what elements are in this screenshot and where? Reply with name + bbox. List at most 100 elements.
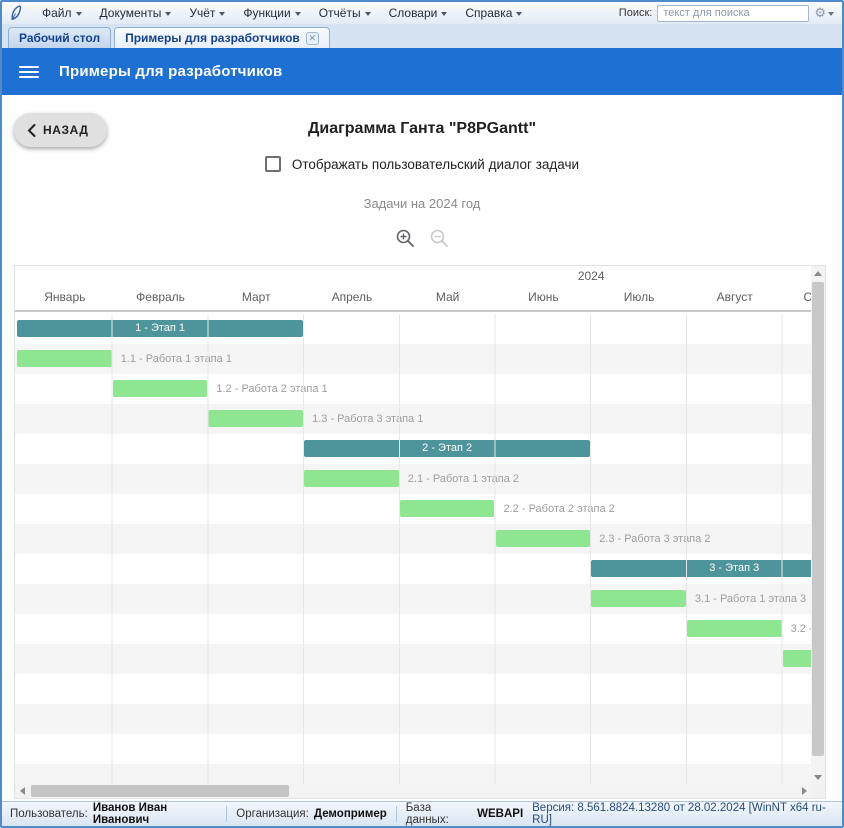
dialog-checkbox[interactable] [265, 156, 281, 172]
gantt-month-label: Январь [17, 290, 113, 304]
chevron-down-icon [516, 12, 522, 16]
gantt-task-bar[interactable] [496, 530, 591, 547]
menu-item-label: Учёт [189, 6, 215, 20]
gantt-row: 1 - Этап 1 [15, 314, 825, 344]
chart-subtitle: Задачи на 2024 год [2, 196, 842, 211]
gantt-month-label: Июнь [496, 290, 592, 304]
page-content: НАЗАД Диаграмма Ганта "P8PGantt" Отображ… [2, 95, 842, 801]
menu-item[interactable]: Отчёты [310, 3, 380, 23]
zoom-controls [2, 228, 842, 248]
tab-label: Рабочий стол [19, 31, 100, 45]
gantt-row: 1.2 - Работа 2 этапа 1 [15, 374, 825, 404]
app-window: Файл Документы Учёт Функции Отчёты Словари Спр… [0, 0, 844, 828]
gantt-task-label: 2.2 - Работа 2 этапа 2 [504, 494, 615, 524]
gantt-task-bar[interactable] [400, 500, 495, 517]
gantt-task-bar[interactable] [17, 350, 112, 367]
menu-item-label: Отчёты [319, 6, 361, 20]
status-db: База данных: WEBAPI [397, 802, 532, 826]
gantt-month-label: Август [687, 290, 783, 304]
gantt-row [15, 644, 825, 674]
gear-icon: ⚙ [814, 5, 826, 21]
search-settings-button[interactable]: ⚙ [814, 5, 834, 21]
menu-item[interactable]: Файл [33, 3, 91, 23]
gantt-month-label: Апрель [304, 290, 400, 304]
gantt-task-bar[interactable] [208, 410, 303, 427]
gantt-row: 3.2 - Работа 2 этапа 3 [15, 614, 825, 644]
status-user-value: Иванов Иван Иванович [93, 802, 218, 826]
gantt-row: 3.1 - Работа 1 этапа 3 [15, 584, 825, 614]
gantt-row: 2 - Этап 2 [15, 434, 825, 464]
zoom-in-icon[interactable] [395, 228, 415, 248]
gantt-task-label: 1.3 - Работа 3 этапа 1 [312, 404, 423, 434]
status-db-value: WEBAPI [477, 808, 523, 820]
menu-item[interactable]: Словари [380, 3, 457, 23]
tab[interactable]: Примеры для разработчиков ✕ [114, 27, 330, 48]
app-logo-icon [9, 5, 25, 21]
menu-item-label: Документы [100, 6, 162, 20]
app-header: Примеры для разработчиков [2, 48, 842, 95]
gantt-task-label: 2.1 - Работа 1 этапа 2 [408, 464, 519, 494]
scroll-right-icon[interactable] [797, 784, 811, 798]
gantt-task-bar[interactable] [591, 590, 686, 607]
chevron-down-icon [365, 12, 371, 16]
tab[interactable]: Рабочий стол [8, 27, 111, 48]
tab-close-icon[interactable]: ✕ [306, 32, 319, 45]
gantt-task-bar[interactable] [687, 620, 782, 637]
gantt-task-label: 3.1 - Работа 1 этапа 3 [695, 584, 806, 614]
status-version: Версия: 8.561.8824.13280 от 28.02.2024 [… [532, 802, 834, 826]
menu-item[interactable]: Функции [234, 3, 309, 23]
menu-item[interactable]: Учёт [180, 3, 234, 23]
gantt-task-bar[interactable] [304, 470, 399, 487]
gantt-row: 2.2 - Работа 2 этапа 2 [15, 494, 825, 524]
gantt-row [15, 704, 825, 734]
gantt-month-label: Июль [591, 290, 687, 304]
gantt-stage-bar[interactable]: 3 - Этап 3 [591, 560, 825, 577]
status-db-label: База данных: [406, 802, 472, 826]
menu-bar: Файл Документы Учёт Функции Отчёты Словари Спр… [2, 2, 842, 24]
menu-items: Файл Документы Учёт Функции Отчёты Словари Спр… [33, 3, 531, 23]
status-user: Пользователь: Иванов Иван Иванович [10, 802, 226, 826]
menu-item[interactable]: Справка [456, 3, 531, 23]
horizontal-scrollbar-thumb[interactable] [31, 785, 289, 797]
zoom-out-icon[interactable] [429, 228, 449, 248]
gantt-row [15, 734, 825, 764]
vertical-scrollbar[interactable] [811, 266, 825, 784]
chevron-down-icon [165, 12, 171, 16]
hamburger-menu-icon[interactable] [19, 66, 39, 78]
gantt-row: 2.3 - Работа 3 этапа 2 [15, 524, 825, 554]
gantt-month-label: Май [400, 290, 496, 304]
gantt-stage-bar[interactable]: 2 - Этап 2 [304, 440, 590, 457]
gantt-header: 2024 ЯнварьФевральМартАпрельМайИюньИюльА… [15, 266, 825, 312]
status-org-value: Демопример [314, 808, 387, 820]
menu-item[interactable]: Документы [91, 3, 181, 23]
vertical-scrollbar-thumb[interactable] [812, 282, 824, 756]
scroll-up-icon[interactable] [811, 266, 825, 280]
gantt-row [15, 674, 825, 704]
gantt-row: 3 - Этап 3 [15, 554, 825, 584]
tab-label: Примеры для разработчиков [125, 31, 300, 45]
search-input[interactable] [657, 5, 809, 22]
page-title: Диаграмма Ганта "P8PGantt" [2, 120, 842, 138]
chevron-down-icon [441, 12, 447, 16]
dialog-checkbox-row: Отображать пользовательский диалог задач… [2, 156, 842, 172]
status-org: Организация: Демопример [227, 802, 396, 826]
search-area: Поиск: ⚙ [619, 5, 842, 22]
scrollbar-corner [811, 784, 825, 798]
gantt-stage-bar[interactable]: 1 - Этап 1 [17, 320, 303, 337]
tab-bar: Рабочий стол Примеры для разработчиков ✕ [2, 24, 842, 48]
status-org-label: Организация: [236, 808, 309, 820]
menu-item-label: Файл [42, 6, 72, 20]
horizontal-scrollbar[interactable] [15, 784, 811, 798]
chevron-down-icon [828, 12, 834, 16]
gantt-month-label: Март [208, 290, 304, 304]
gantt-row: 2.1 - Работа 1 этапа 2 [15, 464, 825, 494]
menu-item-label: Словари [389, 6, 438, 20]
gantt-row: 1.3 - Работа 3 этапа 1 [15, 404, 825, 434]
search-label: Поиск: [619, 7, 653, 19]
scroll-left-icon[interactable] [15, 784, 29, 798]
gantt-row [15, 764, 825, 785]
chevron-down-icon [295, 12, 301, 16]
gantt-month-label: Февраль [113, 290, 209, 304]
scroll-down-icon[interactable] [811, 770, 825, 784]
gantt-task-bar[interactable] [113, 380, 208, 397]
